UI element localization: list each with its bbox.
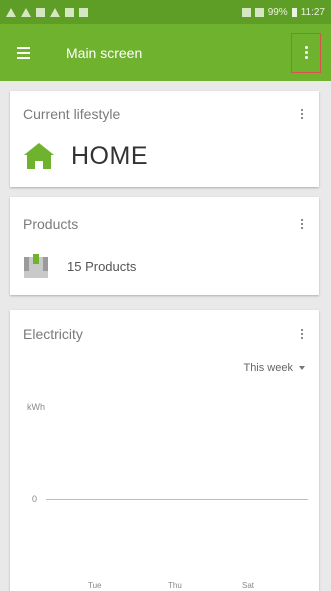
home-icon	[24, 143, 54, 169]
battery-level: 99%	[267, 6, 288, 18]
battery-icon	[291, 7, 297, 17]
status-bar: 99% 11:27	[0, 0, 331, 24]
products-card-title: Products	[23, 216, 79, 232]
card-menu-icon[interactable]	[295, 215, 309, 233]
products-value: 15 Products	[67, 258, 137, 274]
lifestyle-card[interactable]: Current lifestyle HOME	[10, 91, 319, 187]
message-icon	[36, 7, 45, 17]
wifi-icon	[241, 7, 251, 17]
hamburger-icon[interactable]	[0, 24, 46, 81]
electricity-card[interactable]: Electricity This week kWh 0 Tue Thu Sat	[10, 310, 319, 591]
period-label: This week	[243, 362, 293, 374]
baseline	[46, 499, 308, 500]
app-bar: Main screen	[0, 24, 331, 81]
screen-title: Main screen	[66, 44, 143, 61]
x-tick-label: Thu	[168, 581, 182, 590]
x-tick-label: Tue	[88, 581, 102, 590]
notification-icons	[6, 7, 88, 17]
signal-icon	[254, 7, 264, 17]
mail-icon	[65, 7, 74, 17]
more-vert-icon[interactable]	[291, 32, 321, 73]
lifestyle-value: HOME	[71, 141, 148, 170]
card-menu-icon[interactable]	[295, 325, 309, 343]
dropdown-caret-icon	[299, 366, 305, 370]
electricity-card-title: Electricity	[23, 326, 83, 342]
warning-icon	[6, 7, 16, 17]
box-icon	[24, 254, 48, 278]
warning-icon	[21, 7, 31, 17]
products-card[interactable]: Products 15 Products	[10, 197, 319, 295]
period-dropdown[interactable]: This week	[243, 362, 305, 374]
flag-icon	[79, 7, 88, 17]
lifestyle-card-title: Current lifestyle	[23, 106, 121, 122]
y-axis-zero-label: 0	[32, 494, 38, 504]
clock: 11:27	[300, 6, 325, 18]
system-icons: 99% 11:27	[241, 6, 325, 18]
warning-icon	[50, 7, 60, 17]
x-tick-label: Sat	[242, 581, 255, 590]
card-menu-icon[interactable]	[295, 105, 309, 123]
y-axis-unit: kWh	[27, 402, 45, 412]
